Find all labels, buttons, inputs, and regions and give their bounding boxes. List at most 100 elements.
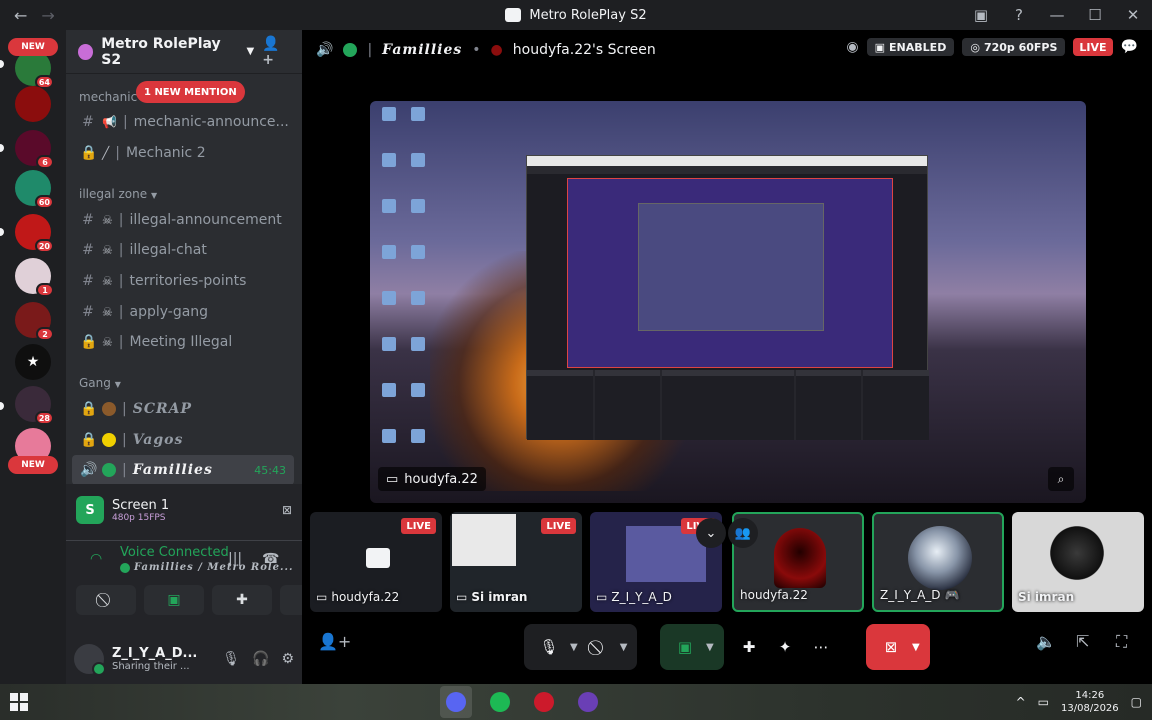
username[interactable]: Z_I_Y_A_D... <box>112 646 197 661</box>
close-button[interactable]: ✕ <box>1114 0 1152 30</box>
inbox-icon[interactable]: ▣ <box>962 0 1000 30</box>
tile-label: Z_I_Y_A_D 🎮 <box>880 588 960 602</box>
disconnect-icon[interactable]: ☎ <box>262 551 279 567</box>
channel-mechanic-2[interactable]: 🔒 ╱ | Mechanic 2 <box>72 138 294 168</box>
unread-pip <box>0 144 4 152</box>
minimize-button[interactable]: — <box>1038 0 1076 30</box>
category-mechanic[interactable]: mechanic <box>79 90 137 104</box>
server-header[interactable]: Metro RolePlay S2 ▼ 👤+ <box>66 30 302 74</box>
opera-app-icon[interactable] <box>528 686 560 718</box>
signal-icon[interactable]: ◠ <box>90 551 102 567</box>
microphone-icon[interactable]: 🎙 <box>222 651 240 667</box>
voice-status[interactable]: Voice Connected <box>120 545 229 560</box>
stop-stream-icon[interactable]: ⊠ <box>876 632 906 662</box>
tile-user-ziyad[interactable]: Z_I_Y_A_D 🎮 <box>872 512 1004 612</box>
channel-mechanic-announce[interactable]: # 📢 | mechanic-announce... <box>72 107 294 137</box>
call-stage: 🔊 | Famillies • ● houdyfa.22's Screen ◉ … <box>302 30 1152 684</box>
category-illegal-zone[interactable]: illegal zone ▼ <box>79 187 157 201</box>
channel-illegal-chat[interactable]: # ☠ | illegal-chat <box>72 235 294 265</box>
popout-icon[interactable]: ⇱ <box>1076 632 1089 651</box>
channel-apply-gang[interactable]: # ☠ | apply-gang <box>72 297 294 327</box>
add-people-icon[interactable]: 👥 <box>728 518 758 548</box>
volume-icon[interactable]: 🔈 <box>1036 632 1056 651</box>
add-user-icon[interactable]: 👤+ <box>318 632 351 651</box>
tile-stream-2[interactable]: LIVE ▭ Si imran <box>450 512 582 612</box>
clock[interactable]: 14:26 13/08/2026 <box>1061 689 1119 715</box>
server-badge: 28 <box>34 411 54 425</box>
channel-vagos[interactable]: 🔒 | Vagos <box>72 425 294 455</box>
zoom-icon[interactable]: ⌕ <box>1048 467 1074 491</box>
back-arrow-icon[interactable]: ← <box>14 6 27 25</box>
chevron-down-icon[interactable]: ▼ <box>912 642 920 653</box>
new-badge-bottom: NEW <box>8 456 58 474</box>
server-icon-4[interactable]: 60 <box>15 170 54 209</box>
windows-start-icon[interactable] <box>10 693 28 711</box>
channel-label: mechanic-announce... <box>133 114 289 130</box>
server-badge: 1 <box>36 283 54 297</box>
tile-stream-1[interactable]: LIVE ▭ houdyfa.22 <box>310 512 442 612</box>
server-icon-8[interactable]: ★ <box>15 344 51 380</box>
obs-dock <box>594 370 661 440</box>
screen-icon: ▭ <box>456 590 468 604</box>
server-icon-7[interactable]: 2 <box>15 302 54 341</box>
lock-icon: 🔒 <box>80 334 98 350</box>
microphone-icon[interactable]: 🎙 <box>534 632 564 662</box>
camera-off-button[interactable]: ⃠ <box>76 585 136 615</box>
category-gang[interactable]: Gang ▼ <box>79 376 121 390</box>
text-channel-icon: # <box>82 212 94 228</box>
new-mention-pill[interactable]: 1 NEW MENTION <box>136 81 245 103</box>
screen-share-icon[interactable]: ▣ <box>670 632 700 662</box>
enabled-badge[interactable]: ▣ ENABLED <box>866 38 955 56</box>
desktop-icons <box>376 107 430 467</box>
obs-dock <box>527 370 593 440</box>
invite-people-icon[interactable]: 👤+ <box>262 36 290 68</box>
help-icon[interactable]: ? <box>1000 0 1038 30</box>
chevron-down-icon[interactable]: ▼ <box>706 642 714 653</box>
server-icon-6[interactable]: 1 <box>15 258 54 297</box>
screen-title: Screen 1 <box>112 497 170 513</box>
more-icon[interactable]: ⋯ <box>806 632 836 662</box>
screen-share-row[interactable]: S Screen 1 480p 15FPS ⊠ <box>66 484 302 536</box>
stop-screen-icon[interactable]: ⊠ <box>282 503 292 517</box>
enabled-label: ENABLED <box>889 40 947 54</box>
server-icon-2[interactable] <box>15 86 51 122</box>
obs-app-icon[interactable] <box>572 686 604 718</box>
channel-scrap[interactable]: 🔒 | SCRAP <box>72 394 294 424</box>
notifications-icon[interactable]: ▢ <box>1131 695 1142 709</box>
screen-quality: 480p 15FPS <box>112 512 166 523</box>
chevron-up-icon[interactable]: ^ <box>1016 695 1026 709</box>
server-icon-9[interactable]: 28 <box>15 386 54 425</box>
network-icon[interactable]: ▭ <box>1038 695 1049 709</box>
server-icon-5[interactable]: 20 <box>15 214 54 253</box>
server-badge: 60 <box>34 195 54 209</box>
share-screen-button[interactable]: ▣ <box>144 585 204 615</box>
tile-user-imran[interactable]: Si imran <box>1012 512 1144 612</box>
tile-label: ▭ houdyfa.22 <box>316 590 399 604</box>
chat-bubble-icon[interactable]: 💬 <box>1121 39 1138 55</box>
activities-button[interactable]: ✚ <box>212 585 272 615</box>
spotify-app-icon[interactable] <box>484 686 516 718</box>
channel-illegal-announcement[interactable]: # ☠ | illegal-announcement <box>72 205 294 235</box>
headphones-icon[interactable]: 🎧 <box>252 651 269 667</box>
camera-off-icon[interactable]: ⃠ <box>584 632 614 662</box>
soundboard-icon[interactable]: ✦ <box>770 632 800 662</box>
chevron-down-icon[interactable]: ▼ <box>620 642 628 653</box>
collapse-chevron-icon[interactable]: ⌄ <box>696 518 726 548</box>
activities-icon[interactable]: ✚ <box>734 632 764 662</box>
gear-icon[interactable]: ⚙ <box>281 651 294 667</box>
server-icon-3[interactable]: 6 <box>15 130 54 169</box>
user-avatar-icon[interactable]: ◉ <box>846 39 858 55</box>
fullscreen-icon[interactable]: ⛶ <box>1116 632 1127 652</box>
voice-duration: 45:43 <box>254 463 286 477</box>
main-stream-view[interactable]: ▭ houdyfa.22 ⌕ <box>370 101 1086 503</box>
maximize-button[interactable]: ☐ <box>1076 0 1114 30</box>
channel-meeting-illegal[interactable]: 🔒 ☠ | Meeting Illegal <box>72 327 294 357</box>
forward-arrow-icon[interactable]: → <box>41 6 54 25</box>
channel-territories-points[interactable]: # ☠ | territories-points <box>72 266 294 296</box>
avatar[interactable] <box>74 644 106 676</box>
noise-suppression-icon[interactable]: ||| <box>228 551 242 567</box>
streamer-avatar-icon: ● <box>490 42 503 58</box>
chevron-down-icon[interactable]: ▼ <box>570 642 578 653</box>
discord-app-icon[interactable] <box>440 686 472 718</box>
channel-famillies[interactable]: 🔊 | Famillies 45:43 <box>72 455 294 485</box>
